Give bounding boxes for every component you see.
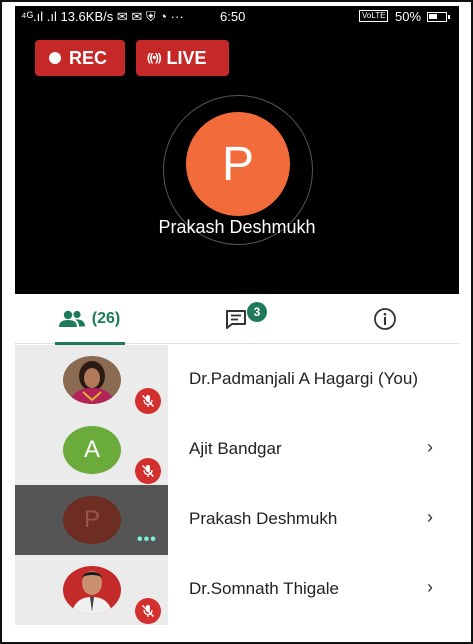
speaker-avatar[interactable]: P (186, 112, 290, 216)
speaking-dots-icon: ••• (137, 531, 157, 548)
chevron-right-icon[interactable]: › (427, 437, 433, 458)
participant-name: Prakash Deshmukh (189, 509, 338, 528)
participant-tile: A (15, 415, 168, 485)
participant-tile (15, 345, 168, 415)
participant-row[interactable]: Dr.Padmanjali A Hagargi (You) (15, 345, 459, 415)
mic-muted-icon (135, 388, 161, 414)
avatar: A (63, 426, 121, 474)
participant-tile (15, 555, 168, 625)
broadcast-icon: ((•)) (147, 52, 161, 64)
battery-percent: 50% (395, 9, 422, 24)
participant-name: Dr.Somnath Thigale (189, 579, 339, 598)
status-time: 6:50 (220, 9, 246, 24)
participant-row[interactable]: Dr.Somnath Thigale › (15, 555, 459, 625)
volte-badge: VoLTE (359, 10, 389, 22)
avatar (63, 566, 121, 614)
avatar (63, 356, 121, 404)
tab-info[interactable] (311, 294, 459, 344)
tab-participants[interactable]: (26) (15, 294, 163, 345)
chevron-right-icon[interactable]: › (427, 577, 433, 598)
battery-icon (427, 12, 450, 22)
chat-badge: 3 (247, 302, 267, 322)
status-bar: ⁴ᴳ.ıl .ıl 13.6KB/s ✉ ✉ ⛨ ◔ ··· 6:50 VoLT… (15, 6, 459, 28)
participant-row[interactable]: P ••• Prakash Deshmukh › (15, 485, 459, 555)
rec-button[interactable]: REC (35, 40, 125, 76)
woman-photo-icon (63, 356, 121, 404)
participant-tile: P ••• (15, 485, 168, 555)
participant-list: Dr.Padmanjali A Hagargi (You) A Ajit Ban… (15, 345, 459, 625)
speaker-name: Prakash Deshmukh (158, 217, 316, 237)
chevron-right-icon[interactable]: › (427, 507, 433, 528)
avatar: P (63, 496, 121, 544)
people-icon (58, 310, 85, 327)
live-label: LIVE (166, 47, 207, 68)
rec-label: REC (69, 47, 108, 68)
mic-muted-icon (135, 598, 161, 624)
mic-muted-icon (135, 458, 161, 484)
info-icon (374, 308, 396, 330)
status-left: ⁴ᴳ.ıl .ıl 13.6KB/s ✉ ✉ ⛨ ◔ ··· (21, 9, 184, 24)
participant-name: Ajit Bandgar (189, 439, 282, 458)
live-button[interactable]: ((•)) LIVE (136, 40, 229, 76)
record-dot-icon (49, 52, 61, 64)
participant-name: Dr.Padmanjali A Hagargi (You) (189, 369, 419, 388)
participant-count: (26) (91, 310, 121, 327)
man-photo-icon (63, 566, 121, 614)
video-area: ⁴ᴳ.ıl .ıl 13.6KB/s ✉ ✉ ⛨ ◔ ··· 6:50 VoLT… (15, 6, 459, 294)
participant-row[interactable]: A Ajit Bandgar › (15, 415, 459, 485)
tab-chat[interactable]: 3 (163, 294, 311, 344)
tab-bar: (26) 3 (15, 294, 459, 345)
